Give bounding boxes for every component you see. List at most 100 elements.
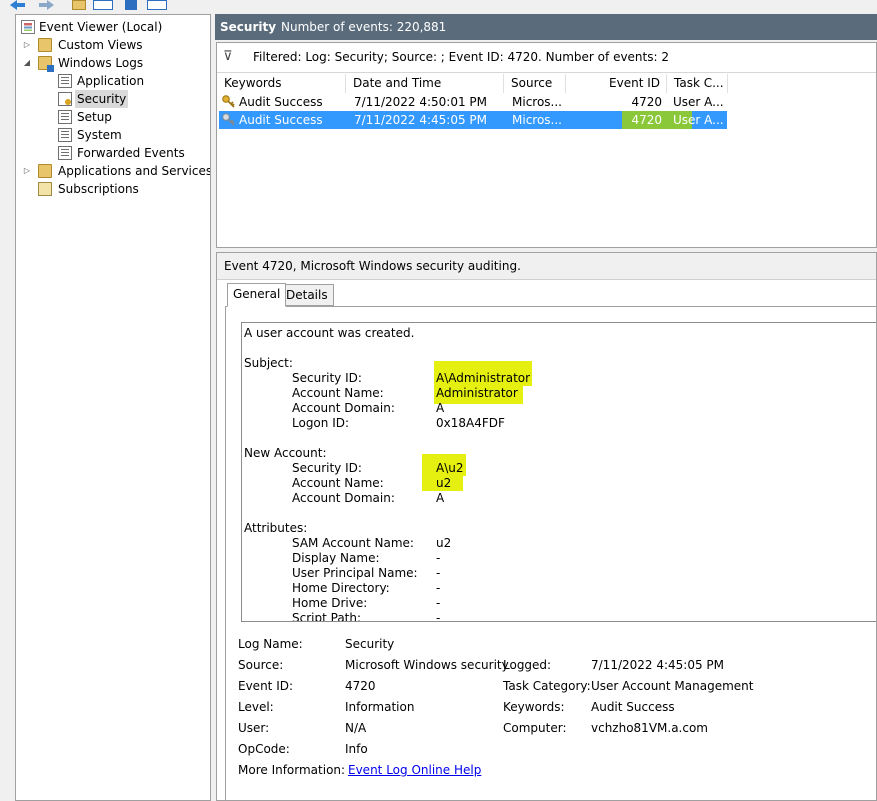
folder-icon[interactable] — [72, 0, 86, 10]
column-header-keywords[interactable]: Keywords — [217, 74, 346, 93]
field-value: u2 — [436, 536, 452, 550]
event-message-box[interactable]: A user account was created. Subject: Sec… — [241, 322, 876, 622]
prop-label: User: — [238, 721, 270, 735]
tree-item-label: Forwarded Events — [77, 146, 185, 160]
field-label: Security ID: — [292, 461, 362, 475]
folder-icon — [38, 164, 52, 178]
field-label: Script Path: — [292, 611, 362, 622]
log-title: Security — [220, 20, 277, 34]
cell-task: User A... — [673, 113, 724, 127]
console-tree-icon[interactable] — [93, 0, 113, 10]
log-icon — [58, 146, 72, 160]
tree-item-applications-and-services[interactable]: ▷ Applications and Services Lo — [16, 162, 210, 180]
prop-label: Logged: — [503, 658, 552, 672]
prop-value: 7/11/2022 4:45:05 PM — [591, 658, 725, 672]
details-heading-bar: Event 4720, Microsoft Windows security a… — [217, 253, 876, 280]
prop-label: Level: — [238, 700, 274, 714]
table-row[interactable]: Audit Success 7/11/2022 4:50:01 PM Micro… — [219, 93, 727, 111]
tree-item-label: Subscriptions — [58, 182, 139, 196]
prop-value: Microsoft Windows security — [345, 658, 509, 672]
prop-label: Task Category: — [503, 679, 591, 693]
table-row-selected[interactable]: Audit Success 7/11/2022 4:45:05 PM Micro… — [219, 111, 727, 129]
field-value: A — [436, 491, 445, 505]
event-viewer-icon — [21, 20, 35, 34]
section-new-account: New Account: — [244, 446, 327, 460]
tree-item-setup[interactable]: Setup — [16, 108, 210, 126]
column-header-date[interactable]: Date and Time — [346, 74, 504, 93]
help-icon[interactable] — [125, 0, 137, 10]
folder-icon — [38, 56, 54, 72]
field-value: - — [436, 581, 441, 595]
log-icon — [58, 74, 72, 88]
log-header: Security Number of events: 220,881 — [215, 14, 877, 40]
column-header-event-id[interactable]: Event ID — [566, 74, 667, 93]
field-label: Account Name: — [292, 476, 384, 490]
cell-event-id: 4720 — [631, 113, 662, 127]
tree-item-label: Custom Views — [58, 38, 143, 52]
field-label: User Principal Name: — [292, 566, 418, 580]
prop-value: Security — [345, 637, 395, 651]
tree-item-subscriptions[interactable]: Subscriptions — [16, 180, 210, 198]
field-value: - — [436, 611, 441, 622]
tree-item-system[interactable]: System — [16, 126, 210, 144]
tree-item-forwarded-events[interactable]: Forwarded Events — [16, 144, 210, 162]
prop-value: vchzho81VM.a.com — [591, 721, 708, 735]
filter-text: Filtered: Log: Security; Source: ; Event… — [253, 50, 669, 64]
prop-value: Information — [345, 700, 415, 714]
field-label: SAM Account Name: — [292, 536, 414, 550]
field-value-highlighted: A\u2 — [422, 454, 466, 476]
log-icon — [58, 110, 72, 124]
prop-value: N/A — [345, 721, 367, 735]
key-icon — [222, 113, 235, 126]
prop-label: More Information: — [238, 763, 346, 777]
field-value: - — [436, 566, 441, 580]
action-pane-icon[interactable] — [147, 0, 167, 10]
field-label: Logon ID: — [292, 416, 350, 430]
event-log-online-help-link[interactable]: Event Log Online Help — [348, 763, 481, 778]
cell-source: Micros... — [512, 113, 562, 127]
back-arrow-icon[interactable] — [10, 0, 26, 10]
column-header-task[interactable]: Task C... — [667, 74, 728, 93]
prop-label: Event ID: — [238, 679, 294, 693]
prop-value: Info — [345, 742, 368, 756]
expand-arrow-icon[interactable]: ▷ — [22, 36, 32, 54]
field-value: - — [436, 551, 441, 565]
log-icon — [58, 128, 72, 142]
tree-item-application[interactable]: Application — [16, 72, 210, 90]
tab-general[interactable]: General — [227, 283, 287, 307]
tree-item-label: Windows Logs — [58, 56, 144, 70]
key-icon — [222, 95, 235, 108]
tree-item-label: Application — [77, 74, 145, 88]
tree-item-security[interactable]: Security — [54, 90, 129, 108]
forward-arrow-icon[interactable] — [38, 0, 54, 10]
tree-item-event-viewer[interactable]: Event Viewer (Local) — [16, 18, 210, 36]
section-attributes: Attributes: — [244, 521, 308, 535]
cell-task: User A... — [673, 95, 724, 109]
cell-source: Micros... — [512, 95, 562, 109]
tree-item-label: Event Viewer (Local) — [39, 20, 163, 34]
expand-arrow-icon[interactable]: ▷ — [22, 162, 32, 180]
tab-details[interactable]: Details — [280, 284, 334, 306]
prop-label: Source: — [238, 658, 284, 672]
prop-label: Log Name: — [238, 637, 303, 651]
prop-label: Computer: — [503, 721, 567, 735]
column-header-source[interactable]: Source — [504, 74, 566, 93]
tree-item-label: System — [77, 128, 122, 142]
folder-icon — [38, 38, 52, 52]
prop-value: Audit Success — [591, 700, 675, 714]
cell-event-id: 4720 — [631, 95, 662, 109]
tree-item-windows-logs[interactable]: ◢ Windows Logs — [16, 54, 210, 72]
prop-label: OpCode: — [238, 742, 290, 756]
details-heading: Event 4720, Microsoft Windows security a… — [224, 259, 521, 273]
toolbar — [0, 0, 877, 14]
cell-keywords: Audit Success — [239, 113, 323, 127]
field-label: Home Directory: — [292, 581, 390, 595]
cell-date: 7/11/2022 4:50:01 PM — [354, 95, 488, 109]
collapse-arrow-icon[interactable]: ◢ — [22, 54, 32, 72]
tree-item-custom-views[interactable]: ▷ Custom Views — [16, 36, 210, 54]
field-label: Security ID: — [292, 371, 362, 385]
field-label: Account Domain: — [292, 401, 395, 415]
field-value-highlighted: Administrator — [434, 386, 523, 404]
tree-item-label: Security — [75, 90, 129, 108]
section-subject: Subject: — [244, 356, 293, 370]
